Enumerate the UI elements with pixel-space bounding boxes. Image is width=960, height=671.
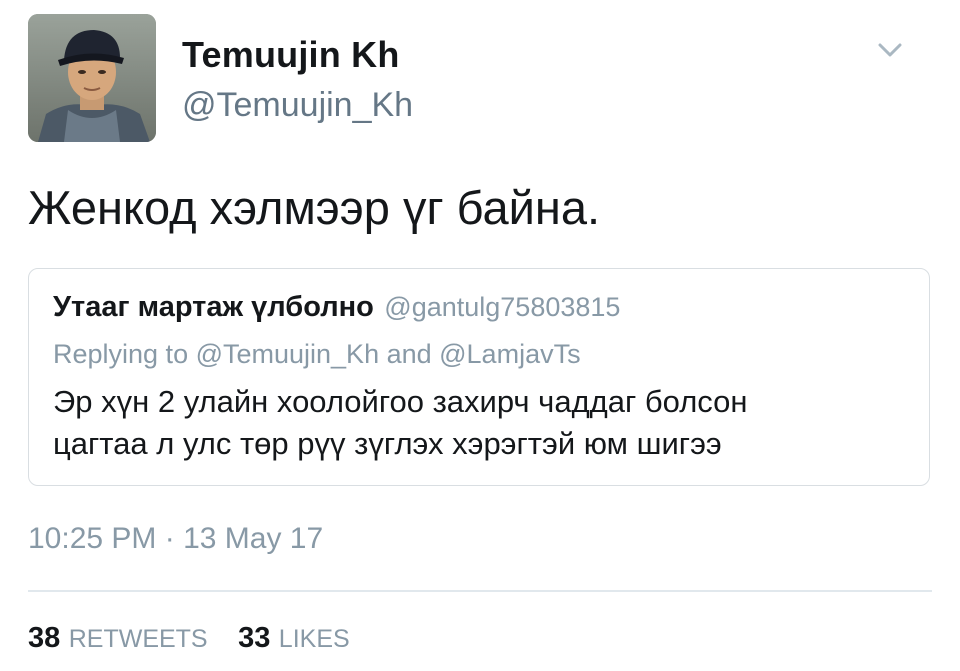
retweets-count: 38 [28,622,61,654]
tweet-text: Женкод хэлмээр үг байна. [28,181,601,234]
quoted-tweet-header: Утааг мартаж үлболно @gantulg75803815 [53,291,620,324]
quoted-author-name: Утааг мартаж үлболно [53,291,374,323]
quoted-author-handle: @gantulg75803815 [384,292,621,322]
likes-count: 33 [238,622,271,654]
divider [28,590,932,592]
tweet-stats: 38 RETWEETS 33 LIKES [28,622,376,655]
quoted-text-line: Эр хүн 2 улайн хоолойгоо захирч чаддаг б… [53,384,748,419]
quoted-tweet-text: Эр хүн 2 улайн хоолойгоо захирч чаддаг б… [53,381,903,465]
quoted-tweet-card[interactable]: Утааг мартаж үлболно @gantulg75803815 Re… [28,268,930,486]
avatar-photo [28,14,156,142]
chevron-down-icon[interactable] [872,32,908,68]
avatar[interactable] [28,14,156,142]
author-handle[interactable]: @Temuujin_Kh [182,86,413,125]
quoted-text-line: цагтаа л улс төр рүү зүглэх хэрэгтэй юм … [53,426,722,461]
retweets-stat[interactable]: 38 RETWEETS [28,622,208,655]
tweet-timestamp[interactable]: 10:25 PM · 13 May 17 [28,522,323,556]
likes-label: LIKES [278,625,350,653]
author-display-name[interactable]: Temuujin Kh [182,34,400,76]
likes-stat[interactable]: 33 LIKES [238,622,350,655]
retweets-label: RETWEETS [68,625,208,653]
quoted-replying-to: Replying to @Temuujin_Kh and @LamjavTs [53,339,581,369]
